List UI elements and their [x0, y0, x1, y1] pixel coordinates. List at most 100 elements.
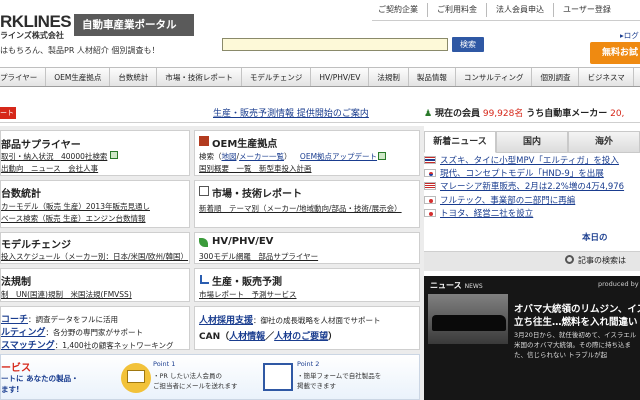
point2-text1: ・簡単フォームで自社製品を: [297, 372, 382, 380]
consulting-link[interactable]: ルティング: [1, 328, 45, 338]
point2-text2: 掲載できます: [297, 382, 336, 390]
panel-regulation-title[interactable]: 法規制: [1, 273, 31, 288]
panel-market: 市場・技術レポート 新着順 テーマ別（メーカー/地域動向/部品・技術/展示会）: [194, 180, 420, 228]
members-icon: ♟: [424, 109, 433, 119]
free-trial-button[interactable]: 無料お試: [590, 42, 640, 64]
panel-market-line1[interactable]: 新着順 テーマ別（メーカー/地域動向/部品・技術/展示会）: [199, 203, 402, 214]
panel-regulation-line1[interactable]: 制 UN(国連)規制 米国法規(FMVSS): [1, 289, 132, 300]
news-item[interactable]: フルテック、事業部の二部門に再編: [424, 195, 640, 208]
nav-item-consulting[interactable]: コンサルティング: [456, 68, 533, 86]
top-links: ご契約企業 ご利用料金 法人会員申込 ユーザー登録: [372, 3, 620, 17]
consulting-coach-desc: ：調査データをフルに活用: [28, 315, 119, 324]
news-list: スズキ、タイに小型MPV「エルティガ」を投入 現代、コンセプトモデル「HND-9…: [424, 155, 640, 221]
panel-suppliers-title[interactable]: 部品サプライヤー: [1, 136, 81, 151]
panel-forecast-title[interactable]: 生産・販売予測: [212, 273, 282, 288]
oem-map-link[interactable]: 地図: [222, 152, 237, 161]
panel-hv-line1[interactable]: 300モデル網羅 部品サプライヤー: [199, 251, 318, 262]
panel-oem-title[interactable]: OEM生産拠点: [212, 135, 277, 150]
login-link[interactable]: ▸ログ: [620, 30, 639, 41]
news-item-text[interactable]: フルテック、事業部の二部門に再編: [440, 196, 575, 206]
produced-by: produced by: [598, 280, 639, 288]
panel-recruit: 人材採用支援：御社の成長戦略を人材面でサポート CAN（人材情報／人材のご要望）: [194, 306, 420, 350]
excel-icon[interactable]: [110, 151, 118, 159]
consulting-line1: コーチ：調査データをフルに活用: [1, 312, 118, 325]
tab-overseas[interactable]: 海外: [568, 131, 640, 153]
tab-latest-news[interactable]: 新着ニュース: [424, 131, 496, 153]
news-item[interactable]: スズキ、タイに小型MPV「エルティガ」を投入: [424, 155, 640, 168]
thailand-flag-icon: [424, 156, 436, 164]
report-icon: [199, 186, 209, 196]
news-item[interactable]: トヨタ、経営二社を設立: [424, 208, 640, 221]
site-logo-sub: ラインズ株式会社: [0, 31, 64, 40]
more-news-link[interactable]: 本日の: [582, 231, 608, 243]
can-sep: ／: [265, 332, 275, 342]
tab-domestic[interactable]: 国内: [496, 131, 568, 153]
panel-stats-title[interactable]: 台数統計: [1, 185, 41, 200]
nav-item-products[interactable]: 製品情報: [409, 68, 456, 86]
search-button[interactable]: 検索: [452, 37, 484, 52]
panel-forecast-line1[interactable]: 市場レポート 予測サービス: [199, 289, 297, 300]
news-item-text[interactable]: トヨタ、経営二社を設立: [440, 209, 533, 219]
top-link-pricing[interactable]: ご利用料金: [427, 3, 486, 17]
panel-forecast: 生産・販売予測 市場レポート 予測サービス: [194, 268, 420, 302]
leaf-icon: [199, 238, 208, 247]
panel-model-change-title[interactable]: モデルチェンジ: [1, 236, 71, 251]
panel-suppliers-line2[interactable]: 出動向 ニュース 会社人事: [1, 163, 98, 174]
news-item-text[interactable]: スズキ、タイに小型MPV「エルティガ」を投入: [440, 156, 619, 166]
status-row-divider: [0, 122, 640, 123]
top-link-user-register[interactable]: ユーザー登録: [553, 3, 620, 17]
news-item[interactable]: マレーシア新車販売、2月は2.2%増の4万4,976: [424, 181, 640, 194]
nav-item-market-report[interactable]: 市場・技術レポート: [157, 68, 242, 86]
top-link-contract[interactable]: ご契約企業: [372, 3, 427, 17]
matching-desc: ：1,400社の顧客ネットワーキング: [54, 341, 174, 350]
consulting-coach-link[interactable]: コーチ: [1, 315, 28, 325]
panel-model-change-line1[interactable]: 投入スケジュール（メーカー別：日本/米国/欧州/韓国）: [1, 251, 188, 262]
nav-item-stats[interactable]: 台数統計: [110, 68, 158, 86]
nav-item-oem[interactable]: OEM生産拠点: [46, 68, 111, 86]
news-item-text[interactable]: 現代、コンセプトモデル「HND-9」を出展: [440, 169, 604, 179]
panel-hv: HV/PHV/EV 300モデル網羅 部品サプライヤー: [194, 232, 420, 264]
news-item[interactable]: 現代、コンセプトモデル「HND-9」を出展: [424, 168, 640, 181]
panel-market-title[interactable]: 市場・技術レポート: [212, 185, 302, 200]
panel-hv-title[interactable]: HV/PHV/EV: [212, 236, 273, 247]
point1-label: Point 1: [153, 360, 176, 368]
panel-stats-line2[interactable]: ベース検索（販売 生産）エンジン台数情報: [1, 213, 146, 224]
site-tagline: はもちろん、製品PR 人材紹介 個別調査も！: [0, 46, 160, 55]
japan-flag-icon: [424, 208, 436, 217]
article-search-link[interactable]: 記事の検索は: [578, 255, 626, 266]
new-icon: [378, 152, 387, 160]
oem-maker-link[interactable]: メーカー一覧: [239, 152, 284, 161]
can-talent-info-link[interactable]: 人材情報: [229, 332, 265, 342]
nav-item-business[interactable]: ビジネスマ: [579, 68, 634, 86]
main-nav: プライヤー OEM生産拠点 台数統計 市場・技術レポート モデルチェンジ HV/…: [0, 67, 640, 87]
can-talent-request-link[interactable]: 人材のご要望: [274, 332, 328, 342]
announcement-link[interactable]: 生産・販売予測情報 提供開始のご案内: [213, 106, 369, 119]
oem-update-link[interactable]: OEM拠点アップデート: [300, 152, 377, 161]
nav-item-regulation[interactable]: 法規制: [369, 68, 409, 86]
panel-suppliers-line1[interactable]: 取引・納入状況 40000社検索: [1, 151, 107, 162]
nav-item-model-change[interactable]: モデルチェンジ: [242, 68, 312, 86]
news-feature-header: ニュース NEWS: [430, 280, 483, 291]
panel-stats: 台数統計 カーモデル（販売 生産）2013年販売見通し ベース検索（販売 生産）…: [0, 180, 190, 228]
panel-oem-line2[interactable]: 国別概要 一覧 新型車投入計画: [199, 163, 312, 174]
news-feature-body: 3月20日から、就任後初めて、イスラエル 米国のオバマ大統領。その際に持ち込ま …: [514, 330, 636, 360]
recruit-line2: CAN（人材情報／人材のご要望）: [199, 329, 337, 342]
recruit-title-link[interactable]: 人材採用支援: [199, 316, 253, 326]
search-input[interactable]: [222, 38, 448, 51]
top-link-corporate-signup[interactable]: 法人会員申込: [486, 3, 553, 17]
page-root: RKLINES ラインズ株式会社 自動車産業ポータル はもちろん、製品PR 人材…: [0, 0, 640, 400]
nav-item-research[interactable]: 個別調査: [532, 68, 580, 86]
oem-search-suffix: ）: [284, 152, 292, 161]
news-feature-headline[interactable]: オバマ大統領のリムジン、イス 立ち往生…燃料を入れ間違い: [514, 303, 640, 329]
nav-item-hv[interactable]: HV/PHV/EV: [311, 68, 370, 86]
news-item-text[interactable]: マレーシア新車販売、2月は2.2%増の4万4,976: [440, 182, 624, 192]
red-tab-label: ート: [0, 109, 14, 117]
panel-product-ad[interactable]: ービス ートに あなたの製品・ ます! Point 1 ・PR したい法人会員の…: [0, 354, 420, 400]
panel-oem-line1: 検索（地図/メーカー一覧） OEM拠点アップデート: [199, 151, 387, 162]
headline-line1: オバマ大統領のリムジン、イス: [514, 304, 640, 315]
matching-link[interactable]: スマッチング: [1, 341, 55, 351]
site-logo[interactable]: RKLINES: [0, 12, 72, 32]
nav-item-suppliers[interactable]: プライヤー: [0, 68, 47, 86]
panel-stats-line1[interactable]: カーモデル（販売 生産）2013年販売見通し: [1, 201, 150, 212]
ad-line2: ます!: [1, 385, 20, 394]
